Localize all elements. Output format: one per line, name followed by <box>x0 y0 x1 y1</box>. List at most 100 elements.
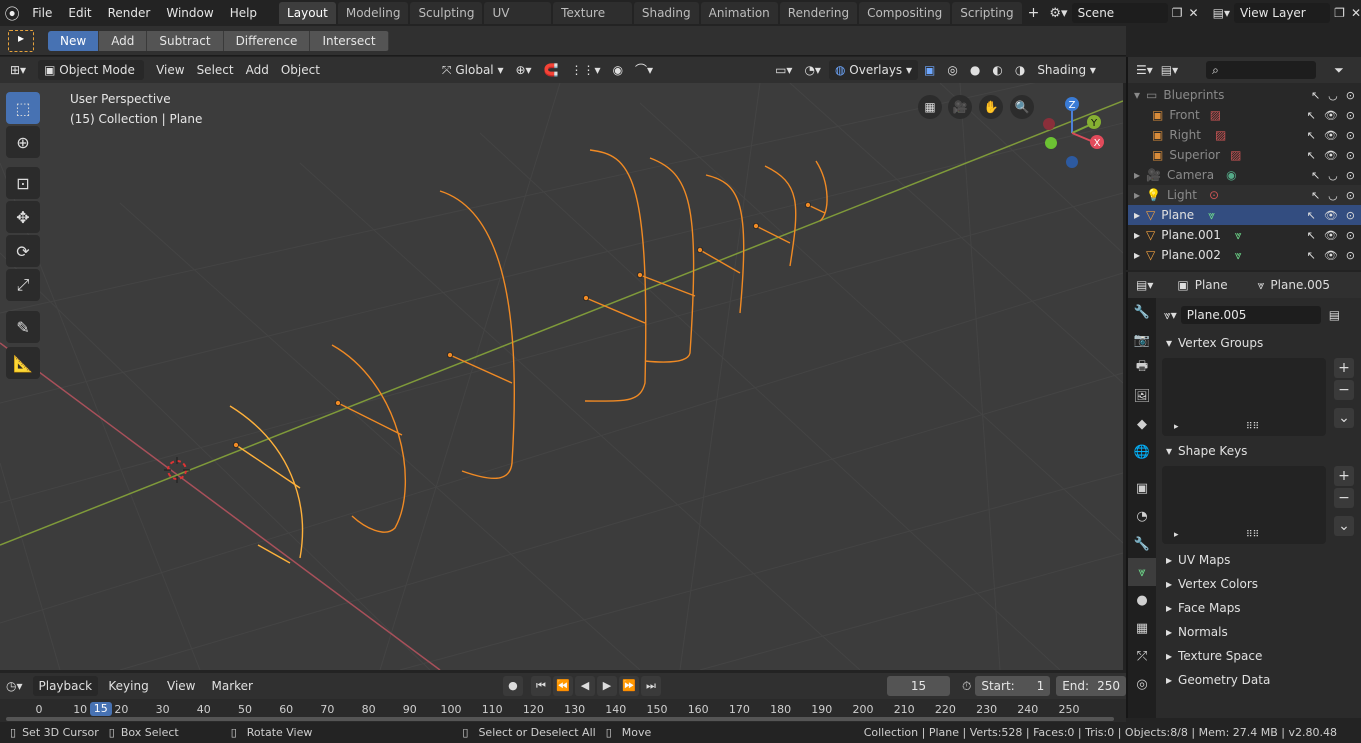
camera-view-icon[interactable]: 🎥 <box>948 95 972 119</box>
vertex-group-menu-button[interactable]: ⌄ <box>1334 408 1354 428</box>
menu-file[interactable]: File <box>24 2 60 24</box>
outliner-row-front[interactable]: ▣ Front ▨ ↖ 👁 ⊙ <box>1128 105 1361 125</box>
face-maps-panel[interactable]: ▸ Face Maps <box>1158 596 1361 620</box>
menu-window[interactable]: Window <box>158 2 221 24</box>
op-subtract-button[interactable]: Subtract <box>147 30 224 51</box>
tool-tab-icon[interactable]: 🔧 <box>1128 298 1156 326</box>
falloff-icon[interactable]: ⌒▾ <box>629 60 659 80</box>
selectable-icon[interactable]: ↖ <box>1307 249 1316 262</box>
jump-start-icon[interactable]: ⏮ <box>530 676 551 696</box>
op-intersect-button[interactable]: Intersect <box>310 30 389 51</box>
view-layer-tab-icon[interactable]: 🖼 <box>1128 382 1156 410</box>
select-box-tool-icon[interactable]: ▸ <box>8 29 34 52</box>
add-workspace-icon[interactable]: + <box>1024 5 1044 21</box>
filter-icon[interactable]: ⏷ <box>1334 63 1344 78</box>
eye-icon[interactable]: ◡ <box>1328 189 1338 202</box>
menu-view[interactable]: View <box>150 60 190 80</box>
keying-menu[interactable]: Keying ▾ <box>102 676 157 713</box>
material-tab-icon[interactable]: ● <box>1128 586 1156 614</box>
remove-vertex-group-button[interactable]: − <box>1334 380 1354 400</box>
outliner-row-blueprints[interactable]: ▾ ▭ Blueprints ↖ ◡ ⊙ <box>1128 85 1361 105</box>
shading-wireframe-icon[interactable]: ◎ <box>941 60 963 80</box>
tab-texture-paint[interactable]: Texture Paint <box>553 2 632 42</box>
close-scene-icon[interactable]: ✕ <box>1189 6 1199 20</box>
selectable-icon[interactable]: ↖ <box>1307 229 1316 242</box>
tab-scripting[interactable]: Scripting <box>952 2 1022 24</box>
outliner-row-camera[interactable]: ▸ 🎥 Camera ◉ ↖ ◡ ⊙ <box>1128 165 1361 185</box>
tab-modeling[interactable]: Modeling <box>337 2 409 24</box>
shape-key-menu-button[interactable]: ⌄ <box>1334 516 1354 536</box>
texture-space-panel[interactable]: ▸ Texture Space <box>1158 644 1361 668</box>
constraints-tab-icon[interactable]: ⤱ <box>1128 642 1156 670</box>
tool-measure[interactable]: 📐 <box>6 347 40 379</box>
fake-user-icon[interactable]: ▤ <box>1329 308 1340 322</box>
geometry-data-panel[interactable]: ▸ Geometry Data <box>1158 668 1361 692</box>
selectable-icon[interactable]: ↖ <box>1311 89 1320 102</box>
eye-icon[interactable]: 👁 <box>1324 209 1338 222</box>
zoom-icon[interactable]: 🔍 <box>1010 95 1034 119</box>
copy-scene-icon[interactable]: ❐ <box>1172 6 1183 20</box>
expand-icon[interactable]: ▸ <box>1174 422 1179 432</box>
timeline-ruler[interactable]: 0 10 20 30 40 50 60 70 80 90 100 110 120 130 140 150 160… <box>0 699 1126 722</box>
shape-keys-list[interactable]: ▸ ⠿⠿ <box>1162 466 1326 544</box>
menu-select[interactable]: Select <box>191 60 240 80</box>
proportional-edit-icon[interactable]: ◉ <box>607 60 629 80</box>
shading-dropdown[interactable]: Shading ▾ <box>1031 60 1102 80</box>
eye-icon[interactable]: ◡ <box>1328 169 1338 182</box>
scene-tab-icon[interactable]: ◆ <box>1128 410 1156 438</box>
op-add-button[interactable]: Add <box>99 30 148 51</box>
shape-keys-header[interactable]: ▾ Shape Keys <box>1158 440 1361 462</box>
record-icon[interactable]: ● <box>502 676 523 696</box>
shading-solid-icon[interactable]: ● <box>964 60 986 80</box>
tool-cursor[interactable]: ⊕ <box>6 126 40 158</box>
eye-icon[interactable]: 👁 <box>1324 249 1338 262</box>
view-layer-field[interactable]: View Layer <box>1233 3 1331 23</box>
viewport-3d[interactable]: User Perspective (15) Collection | Plane… <box>0 83 1123 670</box>
outliner-search-input[interactable]: ⌕ <box>1206 61 1317 79</box>
start-frame-input[interactable]: Start: 1 <box>975 676 1051 696</box>
prev-keyframe-icon[interactable]: ⏪ <box>552 676 573 696</box>
render-icon[interactable]: ⊙ <box>1346 229 1355 242</box>
tool-scale[interactable]: ⤢ <box>6 269 40 301</box>
mesh-data-tab-icon[interactable]: ⩔ <box>1128 558 1156 586</box>
shading-material-icon[interactable]: ◐ <box>986 60 1008 80</box>
playhead[interactable]: 15 <box>89 702 112 716</box>
selectable-icon[interactable]: ↖ <box>1307 149 1316 162</box>
render-icon[interactable]: ⊙ <box>1346 209 1355 222</box>
timeline-scrollbar[interactable] <box>6 717 1114 721</box>
display-mode-icon[interactable]: ▤▾ <box>1161 63 1178 77</box>
outliner-row-plane-001[interactable]: ▸ ▽ Plane.001 ⩔ ↖ 👁 ⊙ <box>1128 225 1361 245</box>
output-tab-icon[interactable]: 🖶 <box>1128 354 1156 382</box>
tab-uv-editing[interactable]: UV Editing <box>484 2 552 42</box>
render-icon[interactable]: ⊙ <box>1346 149 1355 162</box>
tab-rendering[interactable]: Rendering <box>779 2 858 24</box>
xray-icon[interactable]: ▣ <box>918 60 941 80</box>
selectable-icon[interactable]: ↖ <box>1307 109 1316 122</box>
end-frame-input[interactable]: End: 250 <box>1056 676 1126 696</box>
overlays-dropdown[interactable]: ◍ Overlays ▾ <box>828 60 919 80</box>
modifiers-tab-icon[interactable]: 🔧 <box>1128 530 1156 558</box>
shading-rendered-icon[interactable]: ◑ <box>1009 60 1031 80</box>
outliner-row-right[interactable]: ▣ Right ▨ ↖ 👁 ⊙ <box>1128 125 1361 145</box>
expand-icon[interactable]: ▸ <box>1134 208 1140 222</box>
play-icon[interactable]: ▶ <box>596 676 617 696</box>
vertex-colors-panel[interactable]: ▸ Vertex Colors <box>1158 572 1361 596</box>
expand-icon[interactable]: ▸ <box>1134 168 1140 182</box>
toggle-camera-grid-icon[interactable]: ▦ <box>918 95 942 119</box>
render-tab-icon[interactable]: 📷 <box>1128 326 1156 354</box>
menu-render[interactable]: Render <box>100 2 159 24</box>
mesh-name[interactable]: Plane.005 <box>1270 278 1330 292</box>
resize-grip-icon[interactable]: ⠿⠿ <box>1246 422 1259 432</box>
expand-icon[interactable]: ▾ <box>1134 88 1140 102</box>
view-object-types-icon[interactable]: ▭▾ <box>769 60 798 80</box>
render-icon[interactable]: ⊙ <box>1346 169 1355 182</box>
add-vertex-group-button[interactable]: + <box>1334 358 1354 378</box>
eye-icon[interactable]: 👁 <box>1324 229 1338 242</box>
render-icon[interactable]: ⊙ <box>1346 189 1355 202</box>
tab-sculpting[interactable]: Sculpting <box>410 2 483 24</box>
playback-menu[interactable]: Playback ▾ <box>32 676 99 713</box>
properties-editor-icon[interactable]: ▤▾ <box>1136 278 1153 292</box>
tab-compositing[interactable]: Compositing <box>859 2 951 24</box>
mode-dropdown[interactable]: ▣ Object Mode ▾ <box>38 60 145 97</box>
tab-shading[interactable]: Shading <box>633 2 699 24</box>
